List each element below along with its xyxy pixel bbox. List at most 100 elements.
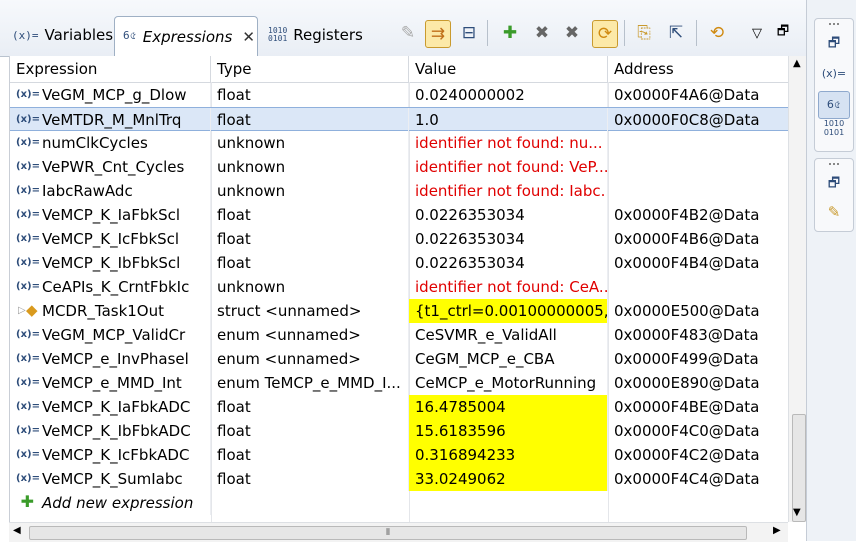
value-cell[interactable]: CeMCP_e_MotorRunning xyxy=(409,371,608,395)
value-cell[interactable]: 15.6183596 xyxy=(409,419,608,443)
expression-cell[interactable]: (x)= VeMCP_K_IbFbkADC xyxy=(10,419,211,443)
breakpoints-icon[interactable]: ✎ xyxy=(815,199,853,225)
table-row[interactable]: (x)= VeMCP_K_SumIabc float 33.0249062 0x0000… xyxy=(10,467,788,491)
scroll-left-icon[interactable]: ◀ xyxy=(13,525,21,536)
expression-cell[interactable]: (x)= VeMCP_e_InvPhasel xyxy=(10,347,211,371)
scroll-right-icon[interactable]: ▶ xyxy=(773,525,781,536)
table-row[interactable]: (x)= VePWR_Cnt_Cycles unknown identifier no… xyxy=(10,155,788,179)
value-cell[interactable]: identifier not found: CeA... xyxy=(409,275,608,299)
value-cell[interactable]: 0.0226353034 xyxy=(409,227,608,251)
table-row[interactable]: (x)= numClkCycles unknown identifier not fo… xyxy=(10,131,788,155)
expressions-icon[interactable]: 6৫ xyxy=(818,91,850,119)
table-row[interactable]: (x)= CeAPIs_K_CrntFbkIc unknown identifier … xyxy=(10,275,788,299)
value-cell[interactable]: CeSVMR_e_ValidAll xyxy=(409,323,608,347)
expression-cell[interactable]: (x)= VeGM_MCP_g_Dlow xyxy=(10,83,211,107)
table-row[interactable]: (x)= VeMCP_K_IbFbkADC float 15.6183596 0x000… xyxy=(10,419,788,443)
type-cell: float xyxy=(211,419,409,443)
type-cell: float xyxy=(211,227,409,251)
variables-icon[interactable]: (x)= xyxy=(815,61,853,87)
value-cell[interactable]: 33.0249062 xyxy=(409,467,608,491)
expression-cell[interactable]: (x)= VeMCP_K_SumIabc xyxy=(10,467,211,491)
expression-cell[interactable]: (x)= VeMCP_K_IaFbkADC xyxy=(10,395,211,419)
table-row[interactable]: (x)= VeMCP_K_IaFbkScl float 0.0226353034 0x0… xyxy=(10,203,788,227)
add-expression-cell[interactable]: ✚ Add new expression xyxy=(10,491,211,515)
scroll-down-icon[interactable]: ▼ xyxy=(793,507,801,518)
table-row[interactable]: (x)= VeMCP_K_IaFbkADC float 16.4785004 0x000… xyxy=(10,395,788,419)
drag-handle[interactable] xyxy=(829,163,839,168)
column-header-expression[interactable]: Expression xyxy=(10,56,211,82)
horizontal-scroll-thumb[interactable]: ⦀ xyxy=(29,526,747,540)
drag-handle[interactable] xyxy=(829,23,839,28)
expression-cell[interactable]: (x)= VeMTDR_M_MnlTrq xyxy=(10,108,211,132)
restore-icon[interactable]: 🗗 xyxy=(815,31,853,57)
value-cell[interactable]: identifier not found: nu... xyxy=(409,131,608,155)
type-cell: enum TeMCP_e_MMD_I... xyxy=(211,371,409,395)
column-header-type[interactable]: Type xyxy=(211,56,409,82)
value-cell[interactable]: 0.316894233 xyxy=(409,443,608,467)
column-header-address[interactable]: Address xyxy=(608,56,788,82)
table-row[interactable]: (x)= IabcRawAdc unknown identifier not foun… xyxy=(10,179,788,203)
table-row[interactable]: (x)= VeMCP_K_IbFbkScl float 0.0226353034 0x0… xyxy=(10,251,788,275)
value-cell[interactable]: 1.0 xyxy=(409,108,608,132)
expression-cell[interactable]: (x)= VeMCP_K_IcFbkScl xyxy=(10,227,211,251)
collapse-all-icon[interactable]: ⊟ xyxy=(457,20,481,46)
close-icon[interactable]: ✕ xyxy=(242,28,255,46)
expression-cell[interactable]: (x)= IabcRawAdc xyxy=(10,179,211,203)
value-cell[interactable]: 0.0240000002 xyxy=(409,83,608,107)
type-cell: float xyxy=(211,395,409,419)
table-row[interactable]: (x)= VeMCP_K_IcFbkScl float 0.0226353034 0x0… xyxy=(10,227,788,251)
value-cell[interactable]: identifier not found: VeP... xyxy=(409,155,608,179)
expression-name: VeGM_MCP_ValidCr xyxy=(42,326,186,344)
continuous-refresh-icon[interactable]: ⟳ xyxy=(592,20,618,48)
add-expression-row[interactable]: ✚ Add new expression xyxy=(10,491,788,515)
expression-cell[interactable]: (x)= VeMCP_K_IaFbkScl xyxy=(10,203,211,227)
table-row[interactable]: (x)= VeMCP_e_InvPhasel enum <unnamed> CeGM_… xyxy=(10,347,788,371)
table-row[interactable]: (x)= VeGM_MCP_ValidCr enum <unnamed> CeSVMR… xyxy=(10,323,788,347)
expression-cell[interactable]: (x)= VeMCP_K_IbFbkScl xyxy=(10,251,211,275)
expression-cell[interactable]: (x)= VeGM_MCP_ValidCr xyxy=(10,323,211,347)
view-tab-bar: (x)= Variables 6৫ Expressions ✕ 1010 010… xyxy=(0,0,806,57)
scroll-up-icon[interactable]: ▲ xyxy=(793,58,801,69)
table-row[interactable]: (x)= VeGM_MCP_g_Dlow float 0.0240000002 0x00… xyxy=(10,83,788,107)
remove-all-icon[interactable]: ✖ xyxy=(560,20,584,46)
vertical-scrollbar[interactable]: ▲ ▼ xyxy=(788,56,807,522)
value-cell[interactable]: 0.0226353034 xyxy=(409,203,608,227)
remove-icon[interactable]: ✖ xyxy=(530,20,554,46)
registers-icon[interactable]: 1010 0101 xyxy=(815,119,853,145)
value-cell[interactable]: 0.0226353034 xyxy=(409,251,608,275)
remove-disabled-icon[interactable]: ✎ xyxy=(396,20,420,46)
table-row[interactable]: (x)= VeMCP_K_IcFbkADC float 0.316894233 0x00… xyxy=(10,443,788,467)
refresh-icon[interactable]: ⟲ xyxy=(705,20,729,46)
table-row[interactable]: (x)= VeMCP_e_MMD_Int enum TeMCP_e_MMD_I...… xyxy=(10,371,788,395)
type-cell: float xyxy=(211,203,409,227)
column-header-value[interactable]: Value xyxy=(409,56,608,82)
vertical-scroll-thumb[interactable] xyxy=(792,414,806,522)
horizontal-scrollbar[interactable]: ◀ ⦀ ▶ xyxy=(9,522,788,542)
restore-icon[interactable]: 🗗 xyxy=(815,171,853,197)
expression-cell[interactable]: (x)= CeAPIs_K_CrntFbkIc xyxy=(10,275,211,299)
table-row[interactable]: (x)= VeMTDR_M_MnlTrq float 1.0 0x0000F0C8@Da… xyxy=(10,107,788,132)
address-cell: 0x0000F4B2@Data xyxy=(614,206,760,224)
value-cell[interactable]: identifier not found: Iabc... xyxy=(409,179,608,203)
expression-name: VeMCP_e_InvPhasel xyxy=(42,350,189,368)
import-icon[interactable]: ⎘ xyxy=(632,20,656,46)
type-cell: float xyxy=(211,108,409,132)
expression-cell[interactable]: (x)= VeMCP_e_MMD_Int xyxy=(10,371,211,395)
expression-cell[interactable]: (x)= numClkCycles xyxy=(10,131,211,155)
table-row[interactable]: ▷ ◆ MCDR_Task1Out struct <unnamed> {t1_ctrl=… xyxy=(10,299,788,323)
value-cell[interactable]: CeGM_MCP_e_CBA xyxy=(409,347,608,371)
expression-cell[interactable]: (x)= VeMCP_K_IcFbkADC xyxy=(10,443,211,467)
maximize-icon[interactable]: 🗗 xyxy=(771,20,795,46)
tab-variables[interactable]: (x)= Variables xyxy=(4,18,114,52)
value-cell[interactable]: {t1_ctrl=0.00100000005,I... xyxy=(409,299,608,323)
expression-cell[interactable]: ▷ ◆ MCDR_Task1Out xyxy=(10,299,211,323)
expression-cell[interactable]: (x)= VePWR_Cnt_Cycles xyxy=(10,155,211,179)
add-expression-label: Add new expression xyxy=(42,494,194,512)
value-cell[interactable]: 16.4785004 xyxy=(409,395,608,419)
tab-expressions[interactable]: 6৫ Expressions ✕ xyxy=(114,16,258,56)
collapse-icon[interactable]: ⇉ xyxy=(425,20,451,48)
tab-registers[interactable]: 1010 0101 Registers xyxy=(260,18,364,52)
view-menu-icon[interactable]: ▽ xyxy=(745,20,769,46)
export-icon[interactable]: ⇱ xyxy=(664,20,688,46)
add-icon[interactable]: ✚ xyxy=(498,20,522,46)
